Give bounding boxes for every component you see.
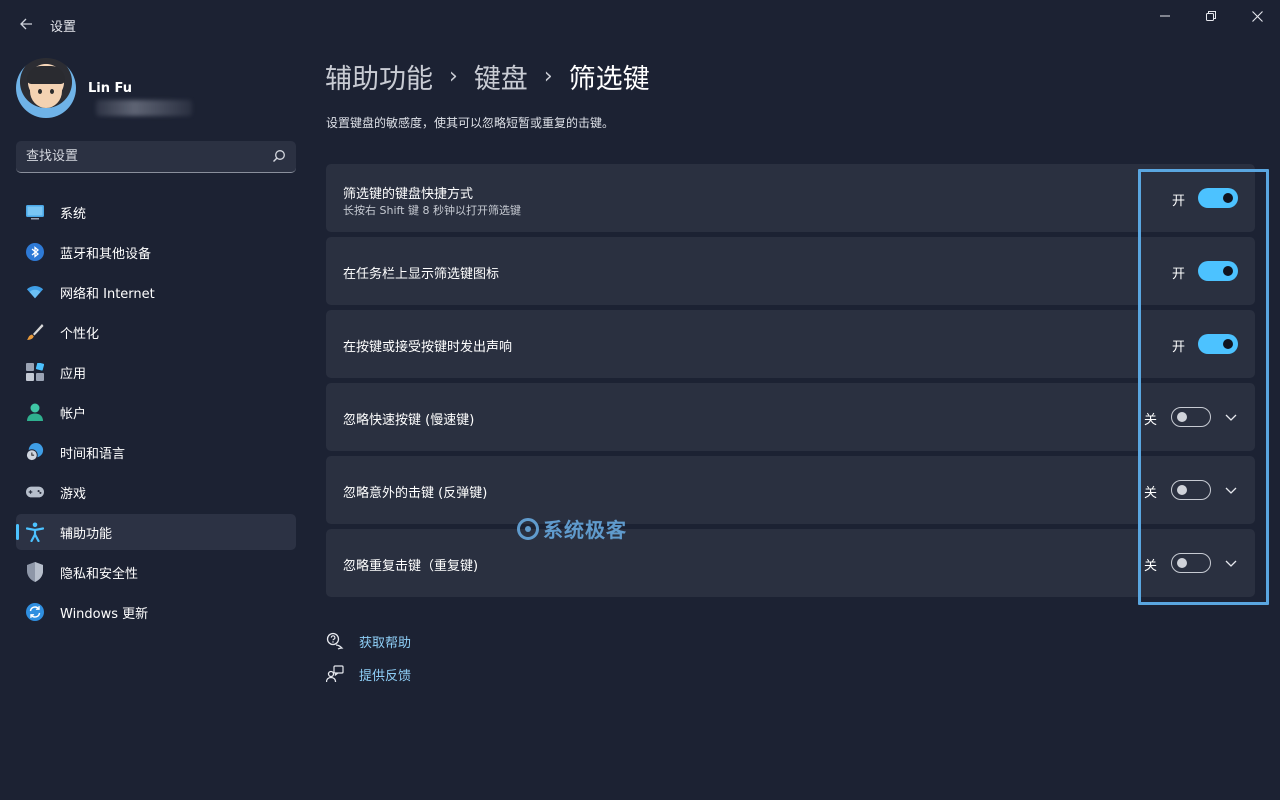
help-chat-icon bbox=[326, 632, 344, 650]
breadcrumb-accessibility[interactable]: 辅助功能 bbox=[325, 57, 433, 96]
setting-title: 忽略意外的击键 (反弹键) bbox=[343, 486, 488, 501]
sidebar-item-accessibility[interactable]: 辅助功能 bbox=[16, 514, 296, 550]
avatar-eye-left bbox=[38, 89, 42, 94]
close-button[interactable] bbox=[1234, 0, 1280, 32]
back-button[interactable] bbox=[14, 12, 38, 36]
sidebar-item-network[interactable]: 网络和 Internet bbox=[16, 274, 296, 310]
chevron-right-icon: › bbox=[543, 63, 553, 89]
setting-row-sound: 在按键或接受按键时发出声响 开 bbox=[326, 310, 1255, 378]
search-icon[interactable] bbox=[272, 149, 286, 163]
sidebar-item-label: 网络和 Internet bbox=[60, 286, 155, 302]
sidebar-item-label: 系统 bbox=[60, 206, 87, 222]
user-profile[interactable]: Lin Fu bbox=[16, 58, 296, 118]
chevron-right-icon: › bbox=[449, 63, 458, 89]
setting-title: 筛选键的键盘快捷方式 bbox=[343, 187, 474, 202]
close-icon bbox=[1251, 10, 1263, 22]
account-icon bbox=[26, 403, 44, 421]
brush-icon bbox=[26, 323, 44, 341]
bluetooth-icon bbox=[26, 243, 44, 261]
feedback-link[interactable]: 提供反馈 bbox=[326, 663, 411, 685]
setting-row-shortcut: 筛选键的键盘快捷方式 长按右 Shift 键 8 秒钟以打开筛选键 开 bbox=[326, 164, 1255, 232]
sidebar-item-bluetooth[interactable]: 蓝牙和其他设备 bbox=[16, 234, 296, 270]
sidebar-item-gaming[interactable]: 游戏 bbox=[16, 474, 296, 510]
settings-list: 筛选键的键盘快捷方式 长按右 Shift 键 8 秒钟以打开筛选键 开 在任务栏… bbox=[326, 164, 1255, 602]
watermark-logo-icon bbox=[517, 517, 539, 540]
setting-row-taskbar-icon: 在任务栏上显示筛选键图标 开 bbox=[326, 237, 1255, 305]
sidebar-item-apps[interactable]: 应用 bbox=[16, 354, 296, 390]
sidebar: Lin Fu 系统 蓝牙和其他设备 网络和 Internet 个性化 应用 bbox=[0, 48, 310, 800]
avatar-eye-right bbox=[50, 89, 54, 94]
monitor-icon bbox=[26, 203, 44, 221]
sidebar-item-label: 辅助功能 bbox=[60, 526, 113, 542]
sidebar-item-time-language[interactable]: 时间和语言 bbox=[16, 434, 296, 470]
sidebar-item-system[interactable]: 系统 bbox=[16, 194, 296, 230]
window-controls bbox=[1142, 0, 1280, 32]
setting-title: 在按键或接受按键时发出声响 bbox=[343, 340, 513, 355]
arrow-left-icon bbox=[20, 18, 32, 30]
setting-row-bounce-keys[interactable]: 忽略意外的击键 (反弹键) 关 bbox=[326, 456, 1255, 524]
setting-subtitle: 长按右 Shift 键 8 秒钟以打开筛选键 bbox=[343, 204, 521, 217]
setting-row-repeat-keys[interactable]: 忽略重复击键（重复键) 关 bbox=[326, 529, 1255, 597]
update-icon bbox=[26, 603, 44, 621]
page-description: 设置键盘的敏感度，使其可以忽略短暂或重复的击键。 bbox=[326, 116, 615, 130]
sidebar-item-label: 时间和语言 bbox=[60, 446, 126, 462]
setting-title: 忽略快速按键 (慢速键) bbox=[343, 413, 475, 428]
app-title: 设置 bbox=[50, 20, 77, 35]
search-input[interactable] bbox=[26, 141, 256, 171]
feedback-icon bbox=[326, 665, 344, 683]
gamepad-icon bbox=[26, 483, 44, 501]
accessibility-icon bbox=[26, 522, 44, 542]
feedback-label: 提供反馈 bbox=[359, 668, 412, 684]
globe-clock-icon bbox=[26, 443, 44, 461]
user-name: Lin Fu bbox=[88, 81, 133, 96]
sidebar-item-windows-update[interactable]: Windows 更新 bbox=[16, 594, 296, 630]
sidebar-item-label: 个性化 bbox=[60, 326, 100, 342]
sidebar-item-personalization[interactable]: 个性化 bbox=[16, 314, 296, 350]
sidebar-item-label: 应用 bbox=[60, 366, 87, 382]
setting-title: 在任务栏上显示筛选键图标 bbox=[343, 267, 500, 282]
sidebar-item-label: 帐户 bbox=[60, 406, 87, 422]
sidebar-item-label: Windows 更新 bbox=[60, 606, 149, 622]
sidebar-item-label: 游戏 bbox=[60, 486, 87, 502]
page-title: 筛选键 bbox=[568, 63, 650, 95]
avatar-hair bbox=[27, 66, 65, 84]
get-help-label: 获取帮助 bbox=[359, 635, 412, 651]
sidebar-item-accounts[interactable]: 帐户 bbox=[16, 394, 296, 430]
get-help-link[interactable]: 获取帮助 bbox=[326, 630, 411, 652]
wifi-icon bbox=[26, 283, 44, 301]
watermark-text: 系统极客 bbox=[543, 518, 627, 542]
highlight-annotation-box bbox=[1138, 169, 1269, 605]
setting-row-slow-keys[interactable]: 忽略快速按键 (慢速键) 关 bbox=[326, 383, 1255, 451]
search-box[interactable] bbox=[16, 141, 296, 173]
minimize-button[interactable] bbox=[1142, 0, 1188, 32]
setting-title: 忽略重复击键（重复键) bbox=[343, 559, 479, 574]
apps-icon bbox=[26, 363, 44, 381]
title-bar: 设置 bbox=[0, 0, 1280, 48]
sidebar-item-privacy[interactable]: 隐私和安全性 bbox=[16, 554, 296, 590]
restore-icon bbox=[1206, 11, 1216, 21]
minimize-icon bbox=[1160, 15, 1170, 17]
sidebar-item-label: 蓝牙和其他设备 bbox=[60, 246, 152, 262]
help-links: 获取帮助 提供反馈 bbox=[326, 630, 411, 696]
avatar bbox=[16, 58, 76, 118]
user-email-redacted bbox=[96, 100, 192, 116]
breadcrumb-keyboard[interactable]: 键盘 bbox=[474, 57, 528, 96]
shield-icon bbox=[26, 562, 44, 582]
restore-button[interactable] bbox=[1188, 0, 1234, 32]
sidebar-item-label: 隐私和安全性 bbox=[60, 566, 139, 582]
watermark: 系统极客 bbox=[517, 514, 627, 543]
breadcrumb: 辅助功能 › 键盘 › 筛选键 bbox=[325, 57, 650, 96]
nav-list: 系统 蓝牙和其他设备 网络和 Internet 个性化 应用 帐户 时间和语言 bbox=[16, 194, 296, 634]
